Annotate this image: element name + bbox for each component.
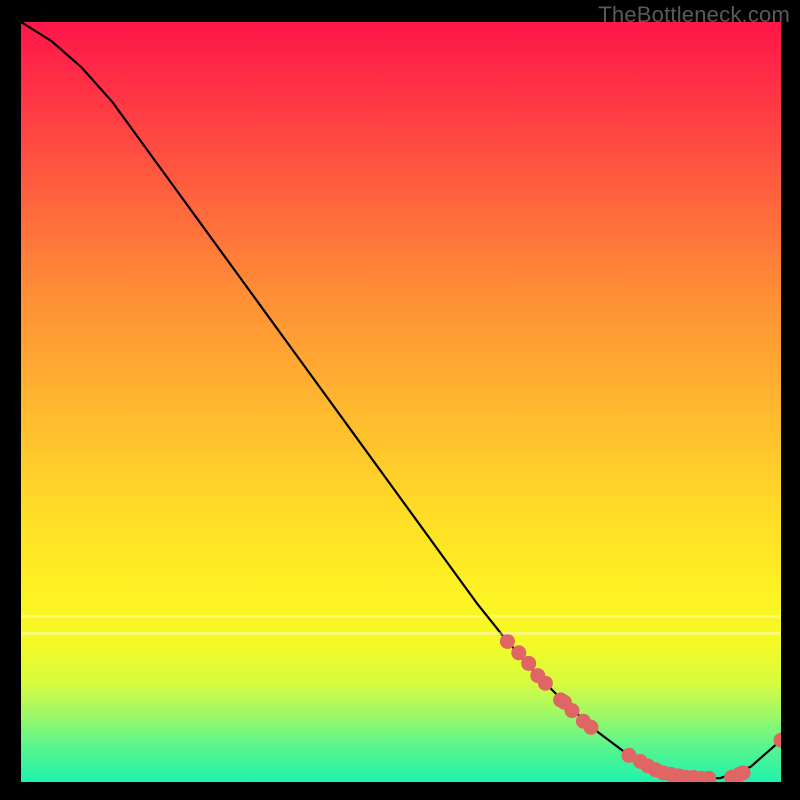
watermark-text: TheBottleneck.com	[598, 2, 790, 28]
scatter-point	[500, 634, 515, 649]
chart-frame: TheBottleneck.com	[0, 0, 800, 800]
chart-svg	[21, 22, 781, 782]
scatter-point	[584, 720, 599, 735]
bottleneck-curve	[21, 22, 781, 778]
plot-area	[21, 22, 781, 782]
scatter-point	[565, 703, 580, 718]
scatter-point	[538, 676, 553, 691]
curve-line	[21, 22, 781, 778]
scatter-point	[736, 765, 751, 780]
scatter-cluster	[500, 634, 781, 782]
scatter-point	[521, 656, 536, 671]
